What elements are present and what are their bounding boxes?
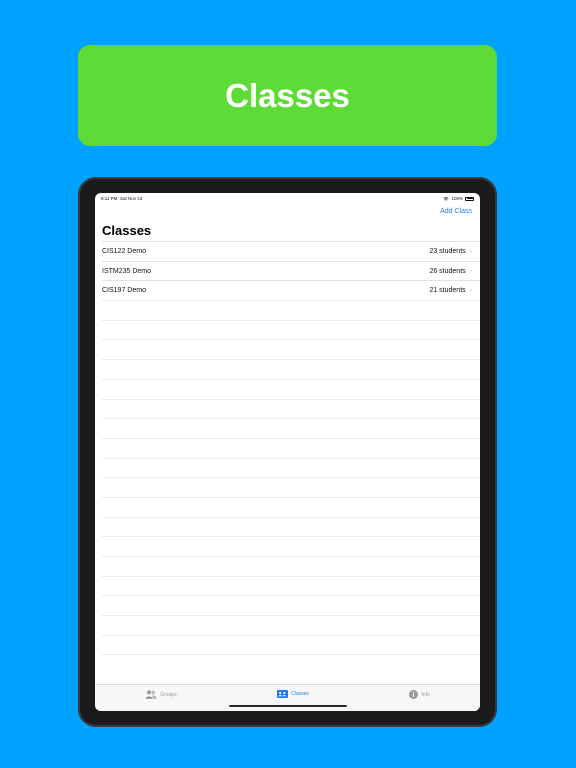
empty-row <box>102 418 480 438</box>
class-row[interactable]: CIS122 Demo 23 students › <box>102 241 480 261</box>
tab-classes[interactable]: Classes <box>277 690 309 698</box>
class-name: CIS197 Demo <box>102 287 146 295</box>
banner-title: Classes <box>225 76 350 114</box>
empty-row <box>102 575 480 596</box>
empty-row <box>102 437 480 458</box>
student-count: 23 students <box>429 247 466 255</box>
empty-row <box>102 654 480 674</box>
app-screen: 8:11 PM Sat Nov 13 100% Add Class Classe… <box>95 193 480 711</box>
tab-groups[interactable]: Groups <box>145 690 177 699</box>
empty-row <box>102 300 480 320</box>
empty-row <box>102 496 480 517</box>
empty-row <box>102 615 480 635</box>
status-indicators: 100% <box>443 196 474 201</box>
empty-row <box>102 516 480 537</box>
ipad-frame: 8:11 PM Sat Nov 13 100% Add Class Classe… <box>78 177 497 727</box>
battery-icon <box>465 196 474 201</box>
wifi-icon <box>443 196 449 201</box>
empty-row <box>102 556 480 576</box>
empty-row <box>102 634 480 655</box>
empty-row <box>102 319 480 340</box>
class-row[interactable]: CIS197 Demo 21 students › <box>102 280 480 300</box>
empty-row <box>102 378 480 399</box>
tab-info[interactable]: Info <box>409 690 430 699</box>
empty-row <box>102 536 480 556</box>
promo-banner: Classes <box>78 45 497 146</box>
battery-percent: 100% <box>451 196 463 201</box>
chevron-right-icon: › <box>469 287 472 295</box>
home-indicator[interactable] <box>228 705 347 707</box>
status-bar: 8:11 PM Sat Nov 13 100% <box>95 193 480 205</box>
empty-row <box>102 595 480 615</box>
empty-row <box>102 398 480 419</box>
tab-label: Groups <box>160 691 177 698</box>
chevron-right-icon: › <box>469 247 472 255</box>
status-time: 8:11 PM Sat Nov 13 <box>101 196 143 201</box>
info-icon <box>409 690 419 699</box>
class-name: ISTM235 Demo <box>102 267 152 275</box>
classes-icon <box>277 690 289 698</box>
class-name: CIS122 Demo <box>102 247 146 255</box>
groups-icon <box>145 690 157 699</box>
add-class-button[interactable]: Add Class <box>440 208 472 215</box>
chevron-right-icon: › <box>469 267 472 275</box>
student-count: 21 students <box>429 287 466 295</box>
empty-row <box>102 477 480 497</box>
student-count: 26 students <box>429 267 466 275</box>
page-title: Classes <box>102 223 152 238</box>
class-list: CIS122 Demo 23 students › ISTM235 Demo 2… <box>102 241 480 674</box>
empty-row <box>102 339 480 359</box>
empty-row <box>102 359 480 379</box>
tab-label: Classes <box>291 691 309 697</box>
empty-row <box>102 457 480 478</box>
class-row[interactable]: ISTM235 Demo 26 students › <box>102 260 480 281</box>
tab-label: Info <box>421 691 430 698</box>
